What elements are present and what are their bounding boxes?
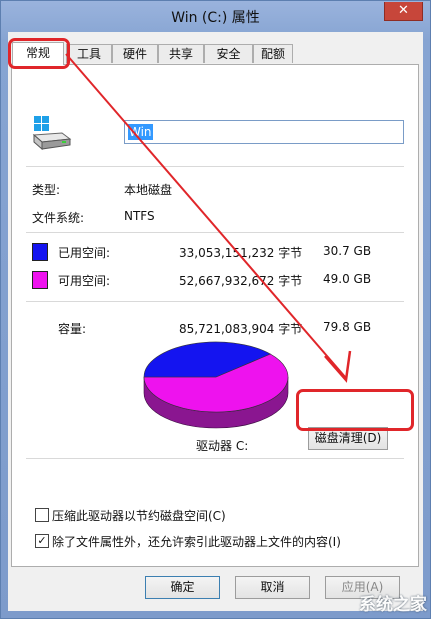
watermark: 系统之家 <box>359 595 427 615</box>
annotation-arrow <box>65 53 352 383</box>
tab-general[interactable]: 常规 <box>12 42 64 65</box>
